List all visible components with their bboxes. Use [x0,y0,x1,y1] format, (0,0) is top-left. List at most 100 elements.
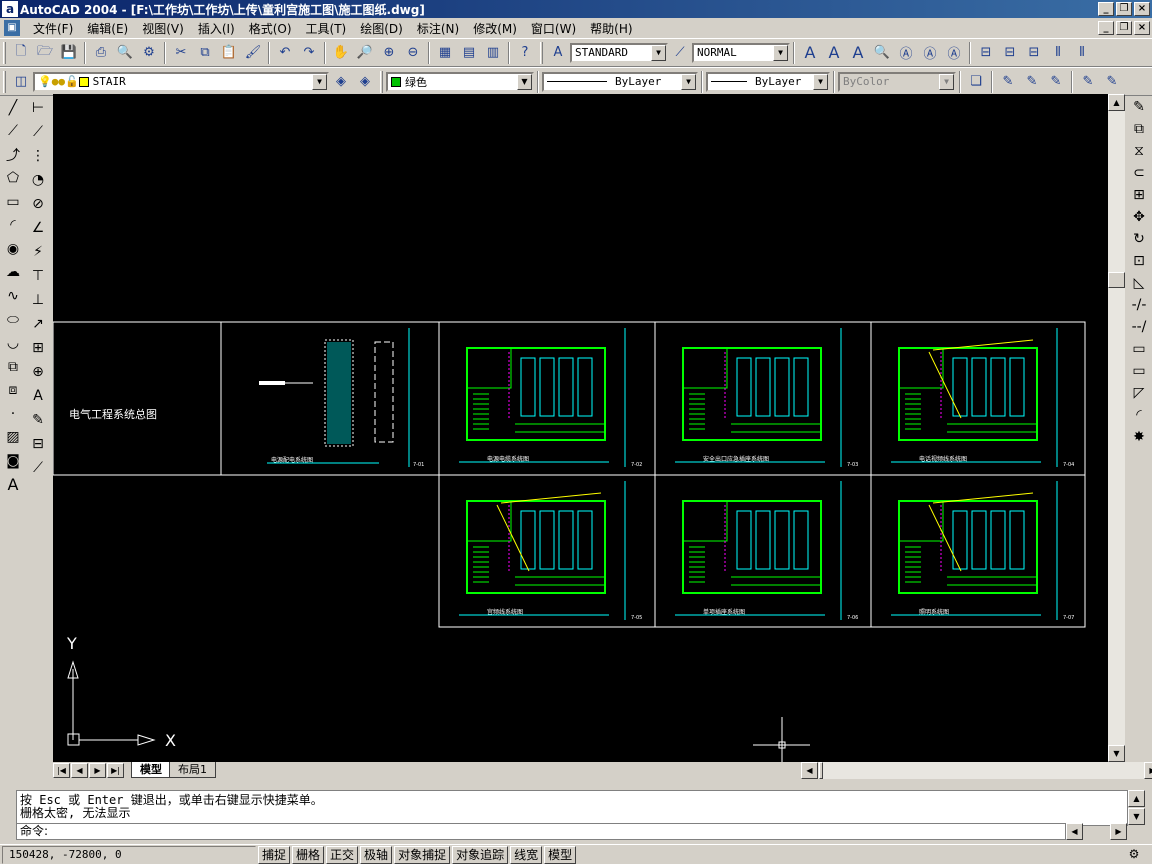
command-input[interactable]: 命令: [16,823,1066,840]
dimension-update-icon[interactable]: ⊟ [27,433,49,455]
frame-7-05[interactable]: 宫频线系统图 7-05 [459,481,642,621]
frame-7-07[interactable]: 照明系统图 7-07 [891,481,1074,621]
hatch-icon[interactable]: ▨ [2,426,24,448]
command-history[interactable]: 按 Esc 或 Enter 键退出，或单击右键显示快捷菜单。 栅格太密, 无法显… [16,790,1128,826]
rectangle-icon[interactable]: ▭ [2,191,24,213]
dim-override-icon[interactable]: ⫴ [1071,42,1093,64]
diameter-dimension-icon[interactable]: ⊘ [27,193,49,215]
linear-dim-icon[interactable]: ⊟ [975,42,997,64]
doc-restore-button[interactable]: ❐ [1116,21,1132,35]
insert-block-icon[interactable]: ⧉ [2,356,24,378]
layer-previous-icon[interactable]: ◈ [354,71,376,93]
draworder-icon[interactable]: ❏ [965,71,987,93]
toolbar-grip[interactable] [540,41,543,64]
tool-palettes-icon[interactable]: ▥ [482,42,504,64]
lineweight-toggle[interactable]: 线宽 [510,845,543,864]
region-icon[interactable]: ◙ [2,450,24,472]
next-tab-icon[interactable]: ▶ [89,763,106,778]
restore-button[interactable]: ❐ [1116,2,1132,16]
ellipse-icon[interactable]: ⬭ [2,309,24,331]
doc-close-button[interactable]: × [1134,21,1150,35]
menu-view[interactable]: 视图(V) [135,20,191,37]
grid-toggle[interactable]: 栅格 [292,845,325,864]
ordinate-dimension-icon[interactable]: ⋮ [27,145,49,167]
publish-icon[interactable]: ⚙ [138,42,160,64]
redo-icon[interactable]: ↷ [298,42,320,64]
chevron-down-icon[interactable]: ▼ [312,73,327,90]
vertical-scrollbar[interactable]: ▲ ▼ [1108,94,1125,762]
otrack-toggle[interactable]: 对象追踪 [452,845,509,864]
cmd-scroll-up-icon[interactable]: ▲ [1128,790,1145,807]
design-center-icon[interactable]: ▤ [458,42,480,64]
arc-icon[interactable]: ◜ [2,215,24,237]
new-file-icon[interactable]: 🗋 [10,42,32,64]
dimension-edit-icon[interactable]: ✎ [27,409,49,431]
polygon-icon[interactable]: ⬠ [2,168,24,190]
menu-insert[interactable]: 插入(I) [191,20,242,37]
menu-window[interactable]: 窗口(W) [524,20,583,37]
help-icon[interactable]: ? [514,42,536,64]
toolbar-grip[interactable] [380,70,383,93]
first-tab-icon[interactable]: |◀ [53,763,70,778]
menu-draw[interactable]: 绘图(D) [353,20,410,37]
explode-icon[interactable]: ✸ [1128,426,1150,448]
scroll-down-icon[interactable]: ▼ [1108,745,1125,762]
model-toggle[interactable]: 模型 [544,845,577,864]
ellipse-arc-icon[interactable]: ◡ [2,332,24,354]
move-icon[interactable]: ✥ [1128,206,1150,228]
edit-text-icon[interactable]: A [847,42,869,64]
edit-hatch-icon[interactable]: ✎ [1077,71,1099,93]
scroll-left-icon[interactable]: ◀ [801,762,818,779]
polyline-icon[interactable]: ⤴ [2,144,24,166]
frame-7-01[interactable]: 电源配电系统图 7-01 [259,328,424,468]
autocad-icon[interactable]: a [2,1,18,17]
copy-icon[interactable]: ⧉ [194,42,216,64]
edit-polyline-icon[interactable]: ✎ [1021,71,1043,93]
save-icon[interactable]: 💾 [58,42,80,64]
chevron-down-icon[interactable]: ▼ [681,73,696,90]
text-justify-icon[interactable]: Ⓐ [919,42,941,64]
dimension-style-icon[interactable]: ⟋ [27,457,49,479]
color-select[interactable]: 绿色 ▼ [386,71,534,92]
tray-settings-icon[interactable]: ⚙ [1124,847,1144,863]
dim-style-icon[interactable]: ⟋ [669,42,691,64]
line-icon[interactable]: ╱ [2,97,24,119]
menu-help[interactable]: 帮助(H) [583,20,639,37]
vertical-scroll-thumb[interactable] [1108,272,1125,288]
scroll-right-icon[interactable]: ▶ [1144,762,1152,779]
print-preview-icon[interactable]: 🔍 [114,42,136,64]
lineweight-select[interactable]: ByLayer ▼ [706,71,830,92]
horizontal-scrollbar[interactable]: ◀ ▶ [801,762,1152,779]
array-icon[interactable]: ⊞ [1128,184,1150,206]
menu-file[interactable]: 文件(F) [26,20,80,37]
chevron-down-icon[interactable]: ▼ [517,73,532,90]
snap-toggle[interactable]: 捕捉 [258,845,291,864]
doc-minimize-button[interactable]: _ [1098,21,1114,35]
print-icon[interactable]: ⎙ [90,42,112,64]
offset-icon[interactable]: ⊂ [1128,162,1150,184]
minimize-button[interactable]: _ [1098,2,1114,16]
trim-icon[interactable]: -/- [1128,294,1150,316]
toolbar-grip[interactable] [3,41,6,64]
menu-tools[interactable]: 工具(T) [299,20,354,37]
break-icon[interactable]: ▭ [1128,360,1150,382]
zoom-previous-icon[interactable]: ⊖ [402,42,424,64]
frame-7-02[interactable]: 电源电缆系统图 7-02 [459,328,642,468]
undo-icon[interactable]: ↶ [274,42,296,64]
linetype-select[interactable]: ByLayer ▼ [542,71,698,92]
spline-icon[interactable]: ∿ [2,285,24,307]
scroll-up-icon[interactable]: ▲ [1108,94,1125,111]
edit-multiline-icon[interactable]: ✎ [1101,71,1123,93]
text-scale-icon[interactable]: Ⓐ [895,42,917,64]
dim-edit-icon[interactable]: ⊟ [1023,42,1045,64]
coordinate-display[interactable]: 150428, -72800, 0 [2,845,256,864]
extend-icon[interactable]: --/ [1128,316,1150,338]
close-button[interactable]: × [1134,2,1150,16]
cmd-scroll-right-icon[interactable]: ▶ [1110,823,1127,840]
quick-leader-icon[interactable]: ↗ [27,313,49,335]
find-text-icon[interactable]: 🔍 [871,42,893,64]
linear-dimension-icon[interactable]: ⊢ [27,97,49,119]
chamfer-icon[interactable]: ◸ [1128,382,1150,404]
edit-attribute-icon[interactable]: ✎ [997,71,1019,93]
zoom-realtime-icon[interactable]: 🔎 [354,42,376,64]
